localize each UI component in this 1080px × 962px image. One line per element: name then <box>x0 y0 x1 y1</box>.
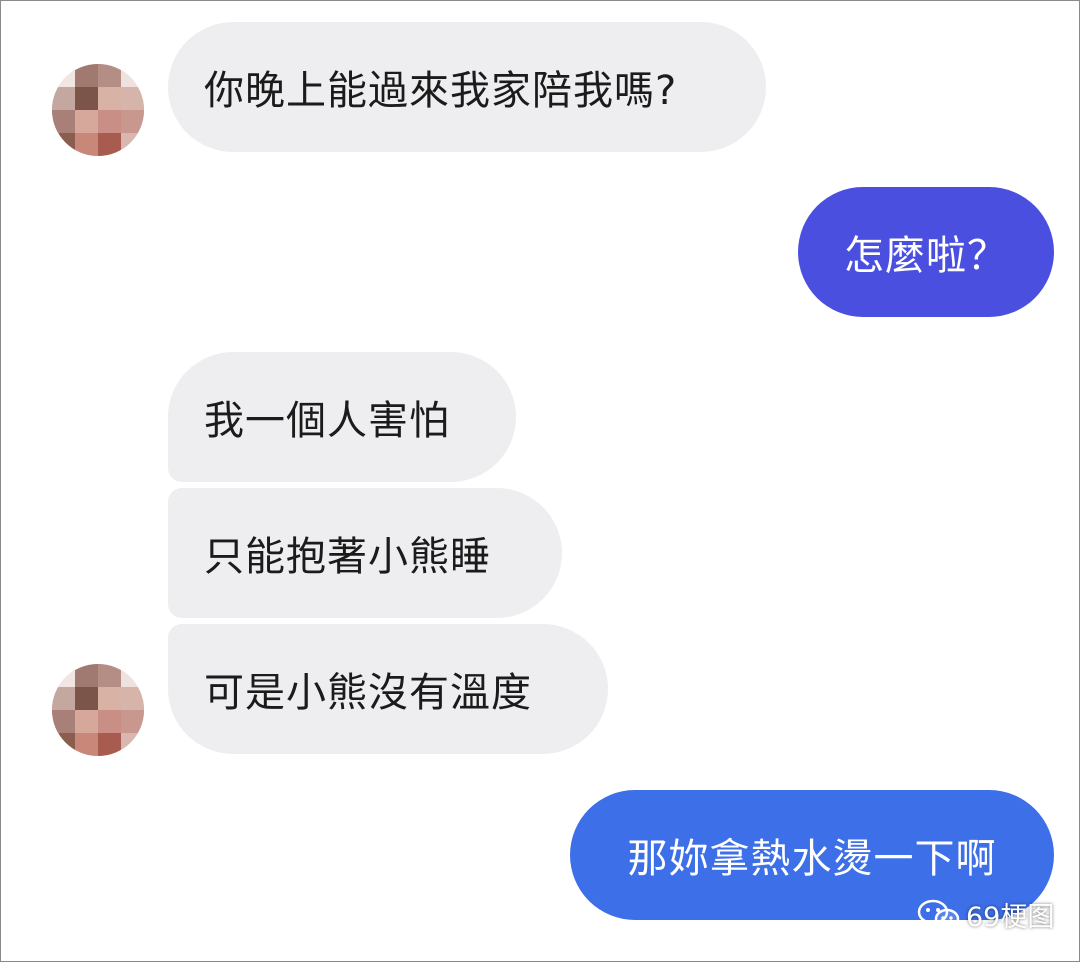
contact-avatar[interactable] <box>52 664 144 756</box>
watermark-text: 69梗图 <box>966 902 1055 933</box>
message-bubble-outgoing[interactable]: 怎麼啦？ <box>798 187 1054 317</box>
message-bubble-incoming[interactable]: 你晚上能過來我家陪我嗎? <box>168 22 766 152</box>
message-bubble-incoming[interactable]: 可是小熊沒有溫度 <box>168 624 608 754</box>
message-text: 可是小熊沒有溫度 <box>204 670 532 716</box>
message-bubble-incoming[interactable]: 我一個人害怕 <box>168 352 516 482</box>
message-text: 那妳拿熱水燙一下啊 <box>627 836 997 882</box>
watermark: 69梗图 <box>916 895 1054 934</box>
contact-avatar[interactable] <box>52 64 144 156</box>
message-text: 怎麼啦？ <box>844 233 1008 279</box>
wechat-icon <box>917 899 960 932</box>
message-text: 你晚上能過來我家陪我嗎? <box>204 68 678 114</box>
message-bubble-incoming[interactable]: 只能抱著小熊睡 <box>168 488 562 618</box>
message-text: 我一個人害怕 <box>204 398 450 444</box>
message-text: 只能抱著小熊睡 <box>204 534 491 580</box>
